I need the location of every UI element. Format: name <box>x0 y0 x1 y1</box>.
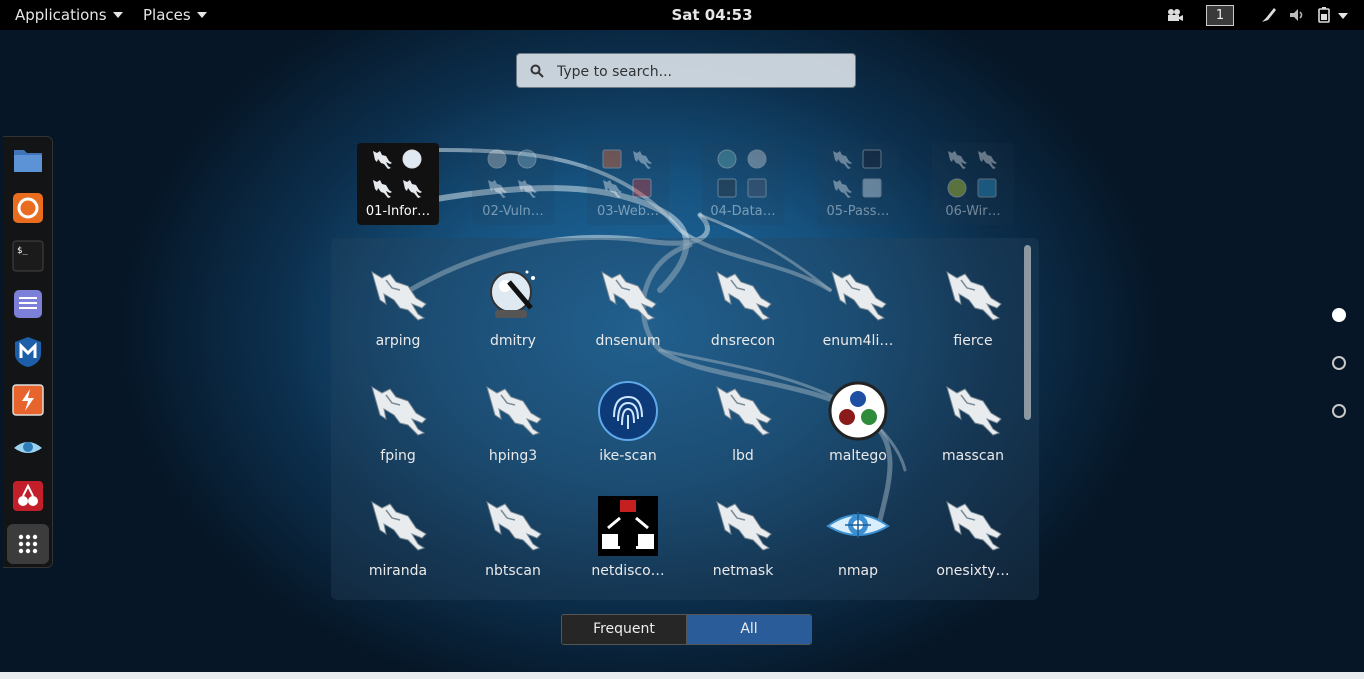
app-launcher[interactable]: miranda <box>341 492 441 602</box>
files-icon[interactable] <box>12 144 44 176</box>
app-folder-label: 04-Data… <box>710 204 776 219</box>
app-launcher[interactable]: ike-scan <box>571 377 671 487</box>
kali-dragon-icon <box>941 264 1005 328</box>
app-launcher[interactable]: netdisco… <box>571 492 671 602</box>
app-launcher[interactable]: maltego <box>801 377 901 487</box>
app-folder[interactable]: 05-Pass… <box>817 143 899 225</box>
desktop: Applications Places Sat 04:53 1 $_ Type … <box>0 0 1364 679</box>
workspace-indicator[interactable]: 1 <box>1206 5 1234 26</box>
app-launcher[interactable]: hping3 <box>456 377 556 487</box>
all-button[interactable]: All <box>687 615 811 644</box>
app-folder[interactable]: 02-Vuln… <box>472 143 554 225</box>
kali-dragon-icon <box>366 264 430 328</box>
search-icon <box>530 64 544 78</box>
page-indicator-2[interactable] <box>1332 356 1346 370</box>
kali-dragon-icon <box>711 494 775 558</box>
dash: $_ <box>3 136 53 568</box>
app-launcher[interactable]: masscan <box>916 377 1016 487</box>
app-label: dnsenum <box>595 333 661 349</box>
video-camera-icon[interactable] <box>1166 6 1184 24</box>
app-folder-label: 06-Wir… <box>945 204 1001 219</box>
burpsuite-icon[interactable] <box>12 384 44 416</box>
fingerprint-icon <box>596 379 660 443</box>
kali-dragon-icon <box>941 494 1005 558</box>
clock[interactable]: Sat 04:53 <box>0 6 1364 24</box>
kali-dragon-icon <box>711 264 775 328</box>
svg-text:$_: $_ <box>17 246 28 256</box>
app-launcher[interactable]: netmask <box>686 492 786 602</box>
app-launcher[interactable]: dmitry <box>456 262 556 372</box>
eye-icon[interactable] <box>12 432 44 464</box>
crystal-ball-icon <box>481 264 545 328</box>
app-label: masscan <box>942 448 1004 464</box>
show-applications-button[interactable] <box>7 524 49 564</box>
kali-dragon-icon <box>481 494 545 558</box>
chevron-down-icon[interactable] <box>1338 13 1348 19</box>
app-label: ike-scan <box>599 448 657 464</box>
kali-dragon-icon <box>941 379 1005 443</box>
metasploit-icon[interactable] <box>12 336 44 368</box>
app-label: nmap <box>838 563 878 579</box>
app-label: enum4li… <box>822 333 894 349</box>
battery-icon[interactable] <box>1316 6 1334 24</box>
search-input[interactable] <box>555 54 849 89</box>
app-folder[interactable]: 04-Data… <box>702 143 784 225</box>
app-folder[interactable]: 03-Web… <box>587 143 669 225</box>
app-launcher[interactable]: fping <box>341 377 441 487</box>
nmap-eye-icon <box>826 494 890 558</box>
app-label: dmitry <box>490 333 536 349</box>
kali-dragon-icon <box>366 494 430 558</box>
app-launcher[interactable]: fierce <box>916 262 1016 372</box>
app-label: arping <box>375 333 421 349</box>
view-toggle: Frequent All <box>561 614 812 645</box>
app-label: dnsrecon <box>710 333 776 349</box>
page-indicator-1[interactable] <box>1332 308 1346 322</box>
app-folder-label: 05-Pass… <box>826 204 890 219</box>
pen-tool-icon[interactable] <box>1260 6 1278 24</box>
cherry-icon[interactable] <box>12 480 44 512</box>
kali-dragon-icon <box>481 379 545 443</box>
kali-dragon-icon <box>826 264 890 328</box>
text-editor-icon[interactable] <box>12 288 44 320</box>
app-label: fping <box>380 448 416 464</box>
app-folder-label: 02-Vuln… <box>482 204 544 219</box>
app-launcher[interactable]: nmap <box>801 492 901 602</box>
bottom-edge <box>0 672 1364 679</box>
search-box[interactable] <box>516 53 856 89</box>
kali-dragon-icon <box>711 379 775 443</box>
app-label: nbtscan <box>485 563 541 579</box>
app-folder-label: 03-Web… <box>596 204 660 219</box>
page-indicator-3[interactable] <box>1332 404 1346 418</box>
kali-dragon-icon <box>366 379 430 443</box>
app-launcher[interactable]: dnsrecon <box>686 262 786 372</box>
app-grid-scrollbar[interactable] <box>1024 245 1031 420</box>
app-launcher[interactable]: dnsenum <box>571 262 671 372</box>
netdiscover-icon <box>596 494 660 558</box>
app-label: maltego <box>829 448 887 464</box>
app-launcher[interactable]: arping <box>341 262 441 372</box>
app-folder-label: 01-Infor… <box>365 204 431 219</box>
app-label: netdisco… <box>591 563 665 579</box>
frequent-button[interactable]: Frequent <box>562 615 687 644</box>
app-folder[interactable]: 01-Infor… <box>357 143 439 225</box>
firefox-icon[interactable] <box>12 192 44 224</box>
kali-dragon-icon <box>596 264 660 328</box>
app-label: netmask <box>712 563 774 579</box>
app-launcher[interactable]: enum4li… <box>801 262 901 372</box>
maltego-icon <box>826 379 890 443</box>
app-label: lbd <box>732 448 754 464</box>
app-label: hping3 <box>488 448 538 464</box>
grid-icon <box>18 534 38 554</box>
terminal-icon[interactable]: $_ <box>12 240 44 272</box>
app-label: onesixty… <box>936 563 1010 579</box>
app-label: fierce <box>953 333 993 349</box>
app-launcher[interactable]: onesixty… <box>916 492 1016 602</box>
volume-icon[interactable] <box>1288 6 1306 24</box>
top-bar: Applications Places Sat 04:53 1 <box>0 0 1364 30</box>
app-label: miranda <box>368 563 428 579</box>
app-launcher[interactable]: lbd <box>686 377 786 487</box>
app-launcher[interactable]: nbtscan <box>456 492 556 602</box>
app-folder[interactable]: 06-Wir… <box>932 143 1014 225</box>
